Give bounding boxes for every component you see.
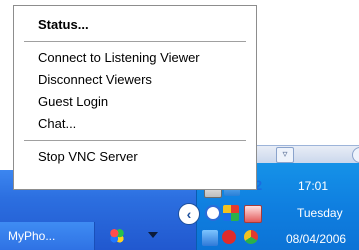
vnc-context-menu: Status... Connect to Listening Viewer Di… bbox=[13, 5, 257, 190]
windows-flag-icon[interactable] bbox=[223, 205, 239, 221]
scroll-thumb[interactable]: ▿ bbox=[276, 147, 294, 163]
menu-item-guest-login[interactable]: Guest Login bbox=[14, 91, 256, 113]
back-icon[interactable]: ‹ bbox=[178, 203, 200, 225]
antivirus-icon[interactable] bbox=[244, 205, 262, 223]
scrollbar[interactable] bbox=[257, 145, 359, 164]
menu-item-stop-vnc-server[interactable]: Stop VNC Server bbox=[14, 146, 256, 168]
menu-item-chat[interactable]: Chat... bbox=[14, 113, 256, 135]
clock-time: 17:01 bbox=[298, 179, 329, 193]
taskbar-button-myphoto[interactable]: MyPho... bbox=[0, 222, 95, 250]
menu-separator bbox=[24, 140, 246, 141]
menu-separator bbox=[24, 41, 246, 42]
red-circle-icon[interactable] bbox=[222, 230, 236, 244]
arrow-down-icon[interactable] bbox=[148, 232, 158, 238]
menu-item-connect-listening-viewer[interactable]: Connect to Listening Viewer bbox=[14, 47, 256, 69]
refresh-icon[interactable] bbox=[205, 205, 221, 221]
network-monitor-icon[interactable] bbox=[202, 230, 218, 246]
chrome-like-icon[interactable] bbox=[244, 230, 258, 244]
clock-date: 08/04/2006 bbox=[286, 232, 347, 246]
menu-item-disconnect-viewers[interactable]: Disconnect Viewers bbox=[14, 69, 256, 91]
clock-day: Tuesday bbox=[297, 206, 343, 220]
menu-item-status[interactable]: Status... bbox=[14, 14, 256, 36]
butterfly-icon[interactable] bbox=[108, 226, 126, 244]
